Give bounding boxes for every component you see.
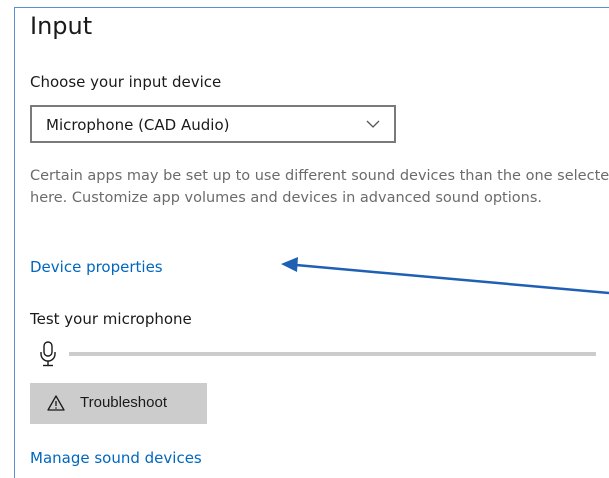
annotation-arrow (281, 257, 609, 295)
